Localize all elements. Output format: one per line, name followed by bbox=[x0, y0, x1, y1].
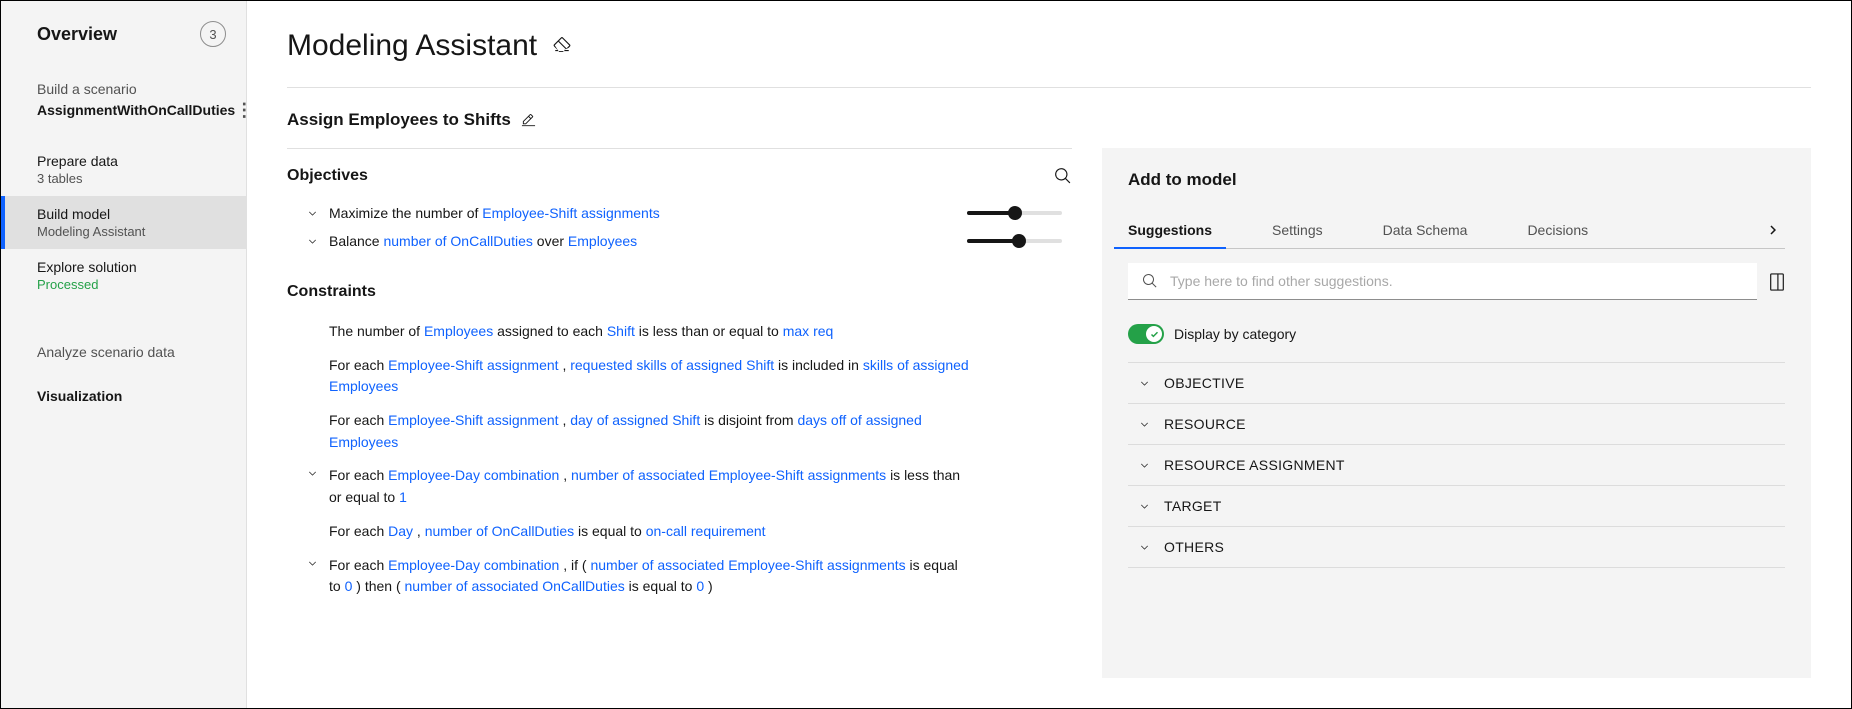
tab-data-schema[interactable]: Data Schema bbox=[1383, 212, 1468, 248]
objective-row[interactable]: Maximize the number of Employee-Shift as… bbox=[287, 199, 1072, 227]
category-label: OBJECTIVE bbox=[1164, 375, 1245, 391]
edit-icon[interactable] bbox=[521, 113, 536, 128]
chevron-down-icon[interactable] bbox=[305, 208, 319, 219]
display-by-category-toggle[interactable] bbox=[1128, 324, 1164, 344]
main-content: Modeling Assistant Assign Employees to S… bbox=[247, 1, 1851, 708]
constraint-row[interactable]: For each Employee-Day combination , numb… bbox=[287, 459, 1072, 514]
overview-heading[interactable]: Overview bbox=[37, 24, 117, 45]
suggestion-search-input[interactable] bbox=[1170, 273, 1743, 289]
search-icon[interactable] bbox=[1054, 167, 1072, 185]
objectives-constraints-column: Objectives Maximize the number of Employ… bbox=[287, 148, 1072, 604]
category-item[interactable]: OBJECTIVE bbox=[1128, 363, 1785, 404]
scenario-name[interactable]: AssignmentWithOnCallDuties bbox=[37, 102, 235, 118]
sidebar-item-visualization[interactable]: Visualization bbox=[1, 378, 246, 414]
constraint-text: For each Employee-Shift assignment , req… bbox=[329, 355, 969, 398]
constraint-row[interactable]: For each Day , number of OnCallDuties is… bbox=[287, 515, 1072, 549]
sidebar: Overview 3 Build a scenario AssignmentWi… bbox=[1, 1, 247, 708]
weight-slider[interactable] bbox=[967, 239, 1062, 243]
overview-count-badge: 3 bbox=[200, 21, 226, 47]
constraint-text: For each Day , number of OnCallDuties is… bbox=[329, 521, 766, 543]
sidebar-item-prepare-data[interactable]: Prepare data 3 tables bbox=[1, 143, 246, 196]
add-to-model-title: Add to model bbox=[1128, 170, 1785, 190]
chevron-down-icon bbox=[1138, 542, 1150, 553]
constraint-text: For each Employee-Day combination , if (… bbox=[329, 555, 969, 598]
chevron-down-icon bbox=[1138, 501, 1150, 512]
tab-settings[interactable]: Settings bbox=[1272, 212, 1323, 248]
constraint-text: For each Employee-Day combination , numb… bbox=[329, 465, 969, 508]
erase-icon[interactable] bbox=[553, 37, 571, 55]
category-item[interactable]: OTHERS bbox=[1128, 527, 1785, 568]
constraint-text: The number of Employees assigned to each… bbox=[329, 321, 833, 343]
analyze-label: Analyze scenario data bbox=[37, 344, 226, 360]
model-subtitle: Assign Employees to Shifts bbox=[287, 110, 511, 130]
category-label: RESOURCE ASSIGNMENT bbox=[1164, 457, 1345, 473]
chevron-down-icon bbox=[1138, 419, 1150, 430]
objective-text: Maximize the number of Employee-Shift as… bbox=[329, 205, 957, 221]
chevron-down-icon bbox=[1138, 378, 1150, 389]
chevron-down-icon bbox=[1138, 460, 1150, 471]
sidebar-item-build-model[interactable]: Build model Modeling Assistant bbox=[1, 196, 246, 249]
constraint-text: For each Employee-Shift assignment , day… bbox=[329, 410, 969, 453]
suggestion-search-box[interactable] bbox=[1128, 263, 1757, 300]
display-by-category-label: Display by category bbox=[1174, 326, 1296, 342]
constraint-row[interactable]: For each Employee-Shift assignment , day… bbox=[287, 404, 1072, 459]
chevron-down-icon[interactable] bbox=[305, 236, 319, 247]
category-item[interactable]: RESOURCE bbox=[1128, 404, 1785, 445]
weight-slider[interactable] bbox=[967, 211, 1062, 215]
category-item[interactable]: TARGET bbox=[1128, 486, 1785, 527]
category-label: TARGET bbox=[1164, 498, 1222, 514]
tabs-bar: Suggestions Settings Data Schema Decisio… bbox=[1128, 212, 1785, 249]
add-to-model-panel: Add to model Suggestions Settings Data S… bbox=[1102, 148, 1811, 678]
constraint-row[interactable]: For each Employee-Day combination , if (… bbox=[287, 549, 1072, 604]
chevron-down-icon[interactable] bbox=[305, 468, 319, 479]
chevron-down-icon[interactable] bbox=[305, 558, 319, 569]
objective-text: Balance number of OnCallDuties over Empl… bbox=[329, 233, 957, 249]
constraint-row[interactable]: For each Employee-Shift assignment , req… bbox=[287, 349, 1072, 404]
panel-side-icon[interactable] bbox=[1769, 273, 1785, 291]
tabs-scroll-right-icon[interactable] bbox=[1761, 218, 1785, 242]
constraint-row[interactable]: The number of Employees assigned to each… bbox=[287, 315, 1072, 349]
constraints-heading: Constraints bbox=[287, 283, 1072, 301]
build-scenario-label: Build a scenario bbox=[37, 81, 226, 97]
search-icon bbox=[1142, 273, 1158, 289]
category-label: RESOURCE bbox=[1164, 416, 1246, 432]
tab-suggestions[interactable]: Suggestions bbox=[1128, 212, 1212, 248]
objectives-heading: Objectives bbox=[287, 167, 368, 185]
category-item[interactable]: RESOURCE ASSIGNMENT bbox=[1128, 445, 1785, 486]
sidebar-item-explore-solution[interactable]: Explore solution Processed bbox=[1, 249, 246, 302]
category-label: OTHERS bbox=[1164, 539, 1224, 555]
page-title: Modeling Assistant bbox=[287, 29, 537, 63]
tab-decisions[interactable]: Decisions bbox=[1527, 212, 1588, 248]
objective-row[interactable]: Balance number of OnCallDuties over Empl… bbox=[287, 227, 1072, 255]
